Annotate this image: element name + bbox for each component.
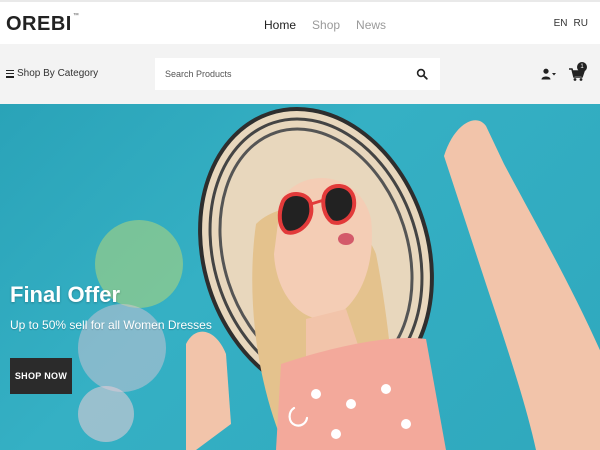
nav-shop[interactable]: Shop xyxy=(312,18,340,32)
search-input[interactable] xyxy=(165,59,405,89)
user-icon[interactable] xyxy=(541,68,557,80)
logo[interactable]: OREBI™ xyxy=(6,13,79,36)
shop-by-category-button[interactable]: Shop By Category xyxy=(6,68,98,79)
search-bar-row: Shop By Category 1 xyxy=(0,44,600,104)
main-nav: Home Shop News xyxy=(264,18,386,32)
logo-trademark: ™ xyxy=(72,13,80,19)
nav-news[interactable]: News xyxy=(356,18,386,32)
lang-en[interactable]: EN xyxy=(554,18,568,29)
hero-title: Final Offer xyxy=(10,282,121,307)
search-box xyxy=(155,58,440,90)
search-icon[interactable] xyxy=(416,68,428,80)
language-switcher: EN RU xyxy=(554,18,588,29)
cart-count-badge: 1 xyxy=(577,62,587,72)
loading-spinner-icon xyxy=(288,406,308,427)
lang-ru[interactable]: RU xyxy=(574,18,588,29)
decor-circle-pink-small xyxy=(78,386,134,442)
hero-banner: Final Offer Up to 50% sell for all Women… xyxy=(0,104,600,450)
category-label: Shop By Category xyxy=(17,68,99,79)
nav-home[interactable]: Home xyxy=(264,18,296,32)
top-header: OREBI™ Home Shop News EN RU xyxy=(0,0,600,44)
shop-now-button[interactable]: SHOP NOW xyxy=(10,358,72,394)
menu-icon xyxy=(6,69,14,78)
logo-text: OREBI xyxy=(6,13,72,35)
hero-subtitle: Up to 50% sell for all Women Dresses xyxy=(10,318,212,332)
hero-model-image xyxy=(186,107,600,450)
